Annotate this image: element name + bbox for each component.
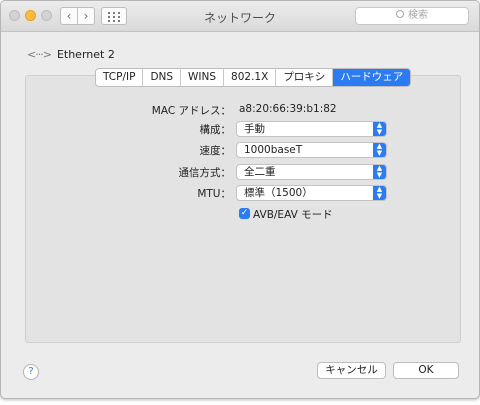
avb-eav-label: AVB/EAV モード — [253, 209, 333, 221]
speed-popup[interactable]: 1000baseT ▲ ▼ — [236, 142, 387, 158]
interface-name: Ethernet 2 — [56, 47, 115, 61]
mac-address-label: MAC アドレス： — [151, 105, 231, 117]
ethernet-icon: <···> — [27, 47, 52, 61]
duplex-label: 通信方式： — [178, 167, 232, 179]
tab-dns[interactable]: DNS — [143, 69, 182, 86]
search-icon — [396, 10, 404, 18]
mac-address-value: a8:20:66:39:b1:82 — [239, 103, 337, 115]
settings-panel: MAC アドレス： a8:20:66:39:b1:82 構成： 手動 ▲ ▼ 速度… — [25, 75, 461, 343]
speed-value: 1000baseT — [244, 144, 303, 156]
duplex-value: 全二重 — [244, 166, 276, 178]
mtu-popup[interactable]: 標準（1500） ▲ ▼ — [236, 185, 387, 201]
speed-label: 速度： — [199, 145, 232, 157]
ok-button[interactable]: OK — [393, 362, 459, 379]
title-bar: ‹ › ネットワーク 検索 — [1, 1, 479, 32]
duplex-popup[interactable]: 全二重 ▲ ▼ — [236, 164, 387, 180]
network-window: ‹ › ネットワーク 検索 <···> Ethernet 2 MAC アドレス：… — [0, 0, 480, 399]
search-placeholder: 検索 — [408, 10, 428, 21]
tab-hardware[interactable]: ハードウェア — [333, 69, 411, 86]
config-label: 構成： — [199, 124, 232, 136]
tab-8021x[interactable]: 802.1X — [224, 69, 277, 86]
popup-arrows-icon: ▲ ▼ — [373, 143, 386, 157]
help-button[interactable]: ? — [23, 364, 39, 380]
tab-tcpip[interactable]: TCP/IP — [96, 69, 144, 86]
config-popup[interactable]: 手動 ▲ ▼ — [236, 121, 387, 137]
popup-arrows-icon: ▲ ▼ — [373, 186, 386, 200]
mtu-label: MTU： — [197, 188, 231, 200]
tab-wins[interactable]: WINS — [181, 69, 225, 86]
tab-bar: TCP/IP DNS WINS 802.1X プロキシ ハードウェア — [95, 68, 412, 87]
popup-arrows-icon: ▲ ▼ — [373, 165, 386, 179]
avb-eav-checkbox[interactable]: ✓ — [239, 208, 250, 219]
mtu-value: 標準（1500） — [244, 187, 313, 199]
interface-header: <···> Ethernet 2 — [27, 45, 115, 63]
tab-proxy[interactable]: プロキシ — [276, 69, 334, 86]
popup-arrows-icon: ▲ ▼ — [373, 122, 386, 136]
config-value: 手動 — [244, 123, 265, 135]
search-field[interactable]: 検索 — [355, 7, 469, 25]
cancel-button[interactable]: キャンセル — [317, 362, 386, 379]
